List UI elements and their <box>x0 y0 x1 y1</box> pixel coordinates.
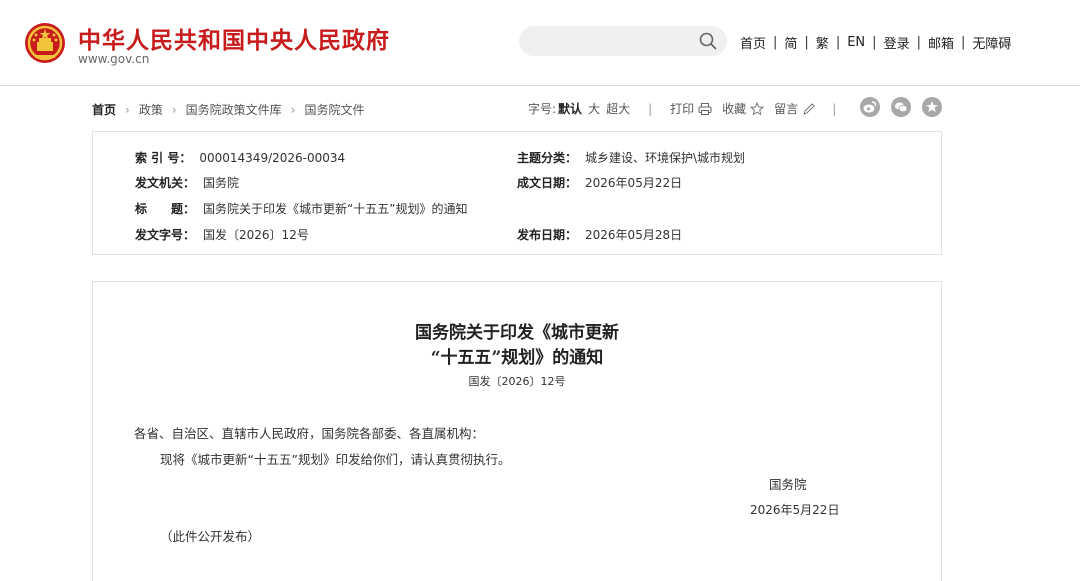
pencil-icon[interactable] <box>802 102 816 116</box>
nav-login-link[interactable]: 登录 <box>884 33 910 52</box>
site-title[interactable]: 中华人民共和国中央人民政府 <box>78 21 390 55</box>
nav-separator: | <box>872 35 877 50</box>
tools-divider: | <box>832 101 837 116</box>
meta-written-value: 2026年05月22日 <box>585 176 683 190</box>
meta-title-value: 国务院关于印发《城市更新“十五五”规划》的通知 <box>203 202 468 216</box>
meta-issuer-key: 发文机关： <box>135 176 196 190</box>
document-metadata: 索 引 号： 000014349/2026-00034 主题分类： 城乡建设、环境保… <box>92 131 942 255</box>
nav-accessibility-link[interactable]: 无障碍 <box>972 33 1011 52</box>
font-size-default-button[interactable]: 默认 <box>558 100 582 117</box>
meta-issuer-value: 国务院 <box>203 176 240 190</box>
font-size-large-button[interactable]: 大 <box>588 100 600 117</box>
site-header: 中华人民共和国中央人民政府 www.gov.cn 首页 | 简 | 繁 | EN… <box>0 0 1080 86</box>
meta-issuer: 发文机关： 国务院 <box>135 174 239 191</box>
meta-docno-value: 国发〔2026〕12号 <box>203 228 309 242</box>
breadcrumb-toolbar-row: 首页 › 政策 › 国务院政策文件库 › 国务院文件 字号: 默认 大 超大 |… <box>92 97 942 118</box>
breadcrumb-policy-link[interactable]: 政策 <box>139 101 163 118</box>
chevron-right-icon: › <box>290 102 296 117</box>
breadcrumb: 首页 › 政策 › 国务院政策文件库 › 国务院文件 <box>92 101 365 118</box>
article-signature: 国务院 <box>769 477 807 492</box>
nav-simplified-link[interactable]: 简 <box>784 33 797 52</box>
meta-topic-key: 主题分类： <box>517 151 578 165</box>
article-body: 国务院关于印发《城市更新 “十五五”规划》的通知 国发〔2026〕12号 各省、… <box>92 281 942 581</box>
breadcrumb-home-link[interactable]: 首页 <box>92 101 116 118</box>
article-doc-number: 国发〔2026〕12号 <box>468 375 566 388</box>
nav-english-link[interactable]: EN <box>847 35 865 50</box>
wechat-icon[interactable] <box>891 97 911 117</box>
chevron-right-icon: › <box>171 102 177 117</box>
meta-docno-key: 发文字号： <box>135 228 196 242</box>
breadcrumb-policy-library-link[interactable]: 国务院政策文件库 <box>186 101 282 118</box>
article-publication-note: （此件公开发布） <box>160 529 261 544</box>
weibo-icon[interactable] <box>860 97 880 117</box>
article-tools: 字号: 默认 大 超大 | 打印 收藏 留言 | <box>528 100 854 117</box>
nav-separator: | <box>804 35 809 50</box>
share-buttons <box>860 97 953 117</box>
article-title-line-2: “十五五”规划》的通知 <box>430 348 604 368</box>
site-url: www.gov.cn <box>78 52 150 66</box>
nav-separator: | <box>773 35 778 50</box>
favorite-button[interactable]: 收藏 <box>722 100 746 117</box>
meta-publish-value: 2026年05月28日 <box>585 228 683 242</box>
article-date: 2026年5月22日 <box>750 503 840 517</box>
nav-separator: | <box>835 35 841 50</box>
search-input[interactable] <box>533 31 693 51</box>
printer-icon[interactable] <box>698 102 712 116</box>
breadcrumb-state-council-docs-link[interactable]: 国务院文件 <box>304 101 364 118</box>
meta-publish-date: 发布日期： 2026年05月28日 <box>517 226 682 243</box>
national-emblem-icon[interactable] <box>24 22 66 64</box>
article-salutation: 各省、自治区、直辖市人民政府，国务院各部委、各直属机构： <box>134 426 485 441</box>
nav-separator: | <box>916 35 921 50</box>
meta-publish-key: 发布日期： <box>517 228 578 242</box>
print-button[interactable]: 打印 <box>670 100 694 117</box>
nav-traditional-link[interactable]: 繁 <box>816 33 829 52</box>
tools-divider: | <box>648 101 653 116</box>
top-nav: 首页 | 简 | 繁 | EN | 登录 | 邮箱 | 无障碍 <box>740 33 1011 52</box>
favorite-circle-icon[interactable] <box>922 97 942 117</box>
nav-separator: | <box>960 35 966 50</box>
meta-index-value: 000014349/2026-00034 <box>199 151 346 165</box>
meta-written-key: 成文日期： <box>517 176 578 190</box>
search-box <box>519 26 727 56</box>
meta-index: 索 引 号： 000014349/2026-00034 <box>135 149 345 166</box>
meta-topic: 主题分类： 城乡建设、环境保护\城市规划 <box>517 149 745 166</box>
meta-index-key: 索 引 号： <box>135 151 192 165</box>
comment-button[interactable]: 留言 <box>774 100 798 117</box>
article-title-line-1: 国务院关于印发《城市更新 <box>415 323 619 343</box>
chevron-right-icon: › <box>125 102 130 117</box>
nav-home-link[interactable]: 首页 <box>740 33 766 52</box>
nav-mail-link[interactable]: 邮箱 <box>928 33 954 52</box>
search-icon[interactable] <box>699 32 717 50</box>
meta-written-date: 成文日期： 2026年05月22日 <box>517 174 682 191</box>
star-icon[interactable] <box>750 101 765 116</box>
meta-title-key: 标 题： <box>135 202 196 216</box>
font-size-xlarge-button[interactable]: 超大 <box>606 100 630 117</box>
meta-title: 标 题： 国务院关于印发《城市更新“十五五”规划》的通知 <box>135 200 467 217</box>
font-size-label: 字号: <box>528 102 557 116</box>
article-body-text: 现将《城市更新“十五五”规划》印发给你们，请认真贯彻执行。 <box>160 452 511 467</box>
meta-docno: 发文字号： 国发〔2026〕12号 <box>135 226 309 243</box>
meta-topic-value: 城乡建设、环境保护\城市规划 <box>585 151 746 165</box>
